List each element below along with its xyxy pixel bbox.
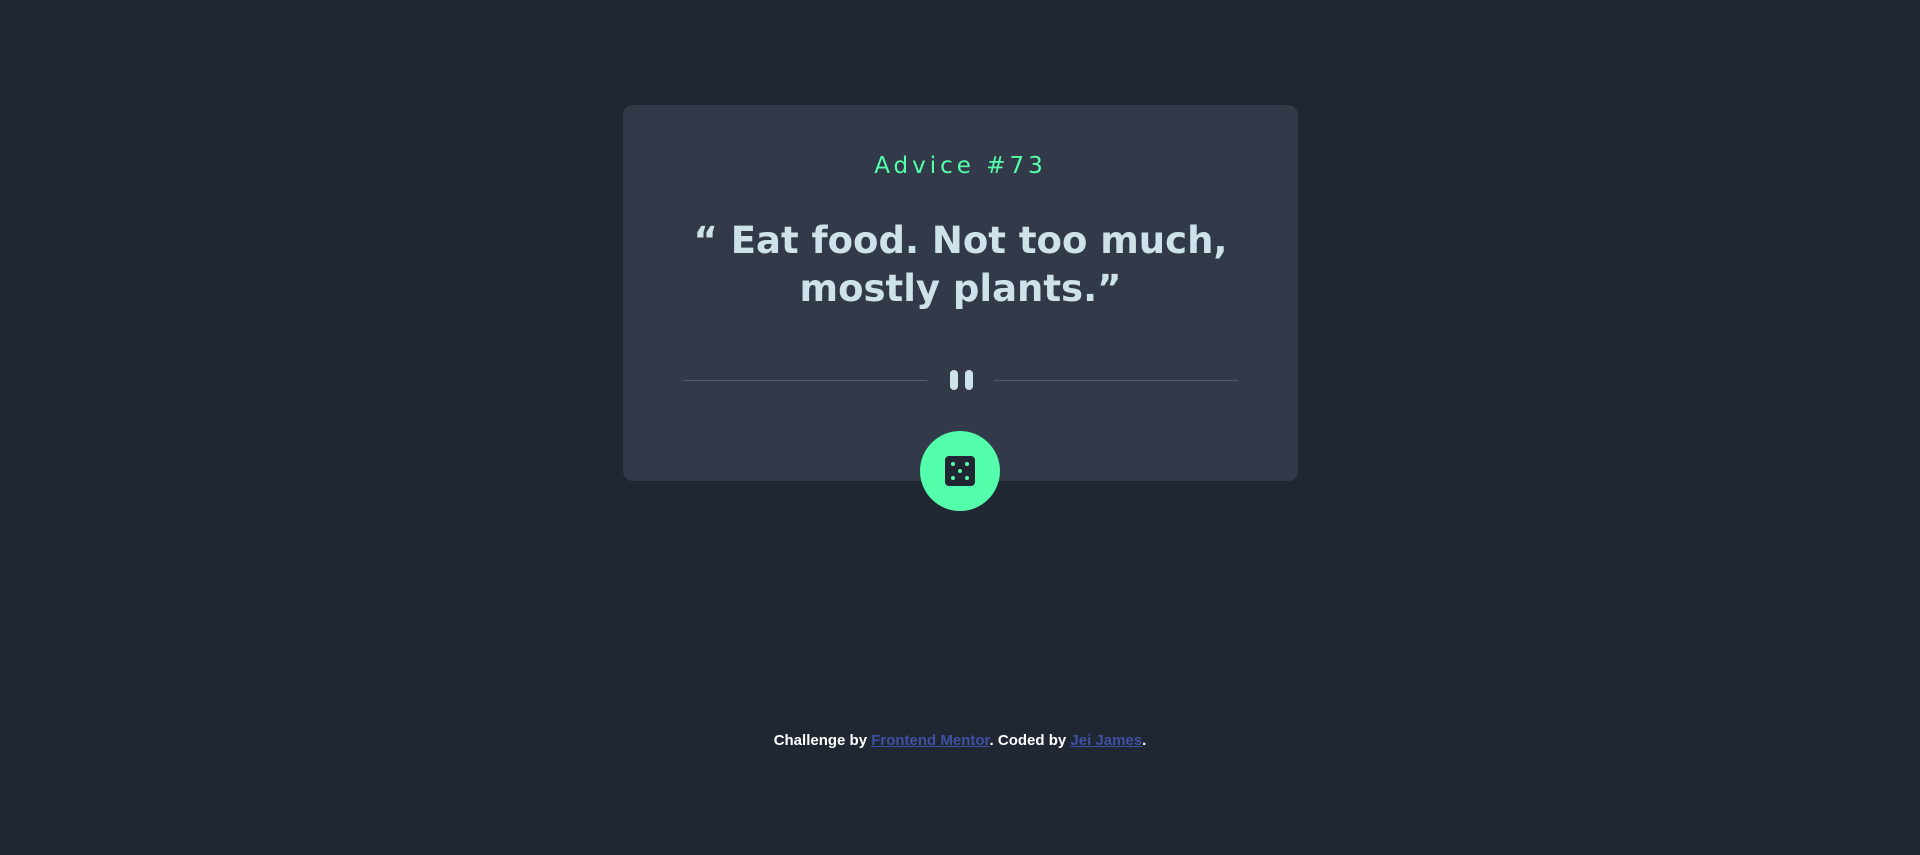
advice-card: Advice #73 “ Eat food. Not too much, mos… xyxy=(623,105,1298,481)
advice-quote: “ Eat food. Not too much, mostly plants.… xyxy=(693,219,1228,310)
dice-icon xyxy=(945,456,975,486)
footer-suffix: . xyxy=(1142,732,1147,749)
attribution-footer: Challenge by Frontend Mentor. Coded by J… xyxy=(0,732,1920,749)
pause-icon xyxy=(947,370,975,392)
footer-prefix: Challenge by xyxy=(773,732,872,749)
footer-middle: . Coded by xyxy=(989,732,1071,749)
divider xyxy=(683,365,1238,392)
frontend-mentor-link[interactable]: Frontend Mentor xyxy=(871,732,989,749)
advice-number: Advice #73 xyxy=(874,153,1047,179)
divider-line-left xyxy=(683,380,927,381)
new-advice-button[interactable] xyxy=(920,431,1000,511)
author-link[interactable]: Jei James xyxy=(1070,732,1142,749)
divider-line-right xyxy=(994,380,1238,381)
